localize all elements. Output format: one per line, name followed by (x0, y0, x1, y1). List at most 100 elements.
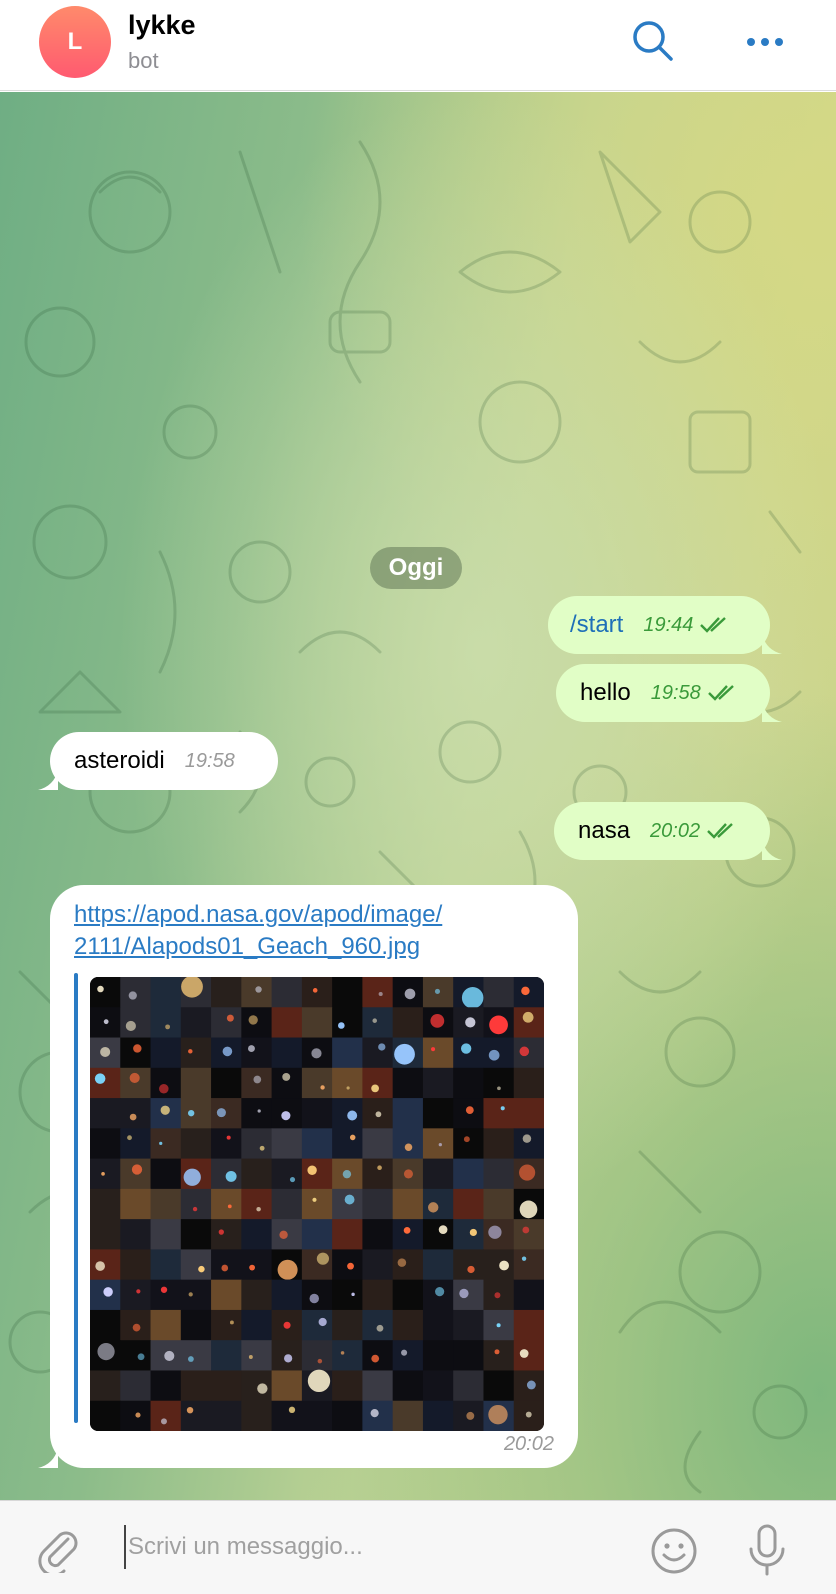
bubble-tail (762, 702, 782, 722)
mosaic-star (489, 1015, 508, 1035)
message-time: 20:02 (650, 819, 701, 842)
mosaic-tile (90, 1309, 121, 1341)
mosaic-star (496, 1323, 501, 1328)
mosaic-tile (120, 1370, 152, 1402)
mosaic-star (183, 1168, 201, 1186)
mosaic-star (351, 1292, 355, 1297)
mosaic-tile (241, 1249, 273, 1281)
mosaic-tile (241, 1158, 273, 1190)
mosaic-tile (150, 1279, 182, 1311)
mosaic-star (394, 1043, 415, 1065)
more-dots-icon (747, 38, 783, 46)
message-in[interactable]: asteroidi 19:58 (38, 732, 278, 790)
mosaic-tile (392, 1309, 424, 1341)
mosaic-star (164, 1350, 175, 1361)
mosaic-star (378, 991, 383, 997)
message-text[interactable]: /start (570, 611, 623, 639)
mosaic-tile (120, 1037, 152, 1069)
message-in-link-preview[interactable]: https://apod.nasa.gov/apod/image/ 2111/A… (38, 885, 578, 1468)
date-separator: Oggi (370, 547, 462, 589)
mosaic-tile (180, 1067, 212, 1099)
link-preview-image[interactable] (90, 977, 544, 1431)
mosaic-tile (301, 1340, 333, 1371)
link-line-2[interactable]: 2111/Alapods01_Geach_960.jpg (74, 933, 420, 960)
chat-title[interactable]: lykke (128, 10, 196, 41)
mosaic-tile (362, 1279, 394, 1311)
mosaic-tile (90, 1158, 121, 1190)
microphone-button[interactable] (744, 1523, 790, 1577)
mosaic-tile (301, 1098, 333, 1129)
mosaic-tile (120, 977, 152, 1008)
mosaic-star (135, 1412, 141, 1418)
mosaic-star (186, 1406, 194, 1414)
mosaic-tile (301, 1309, 333, 1341)
mosaic-tile (392, 1219, 424, 1250)
mosaic-tile (90, 977, 121, 1008)
mosaic-tile (120, 1067, 152, 1099)
chat-area[interactable]: Oggi /start 19:44 hello 19:58 asteroidi … (0, 92, 836, 1500)
mosaic-star (378, 1043, 386, 1051)
search-button[interactable] (630, 18, 676, 64)
message-input[interactable] (124, 1525, 604, 1569)
mosaic-star (187, 1109, 195, 1117)
mosaic-tile (422, 1370, 454, 1402)
mosaic-tile (150, 1400, 182, 1431)
mosaic-tile (211, 1128, 242, 1160)
mosaic-tile (90, 1188, 121, 1220)
mosaic-star (434, 988, 441, 994)
mosaic-star (198, 1265, 205, 1273)
message-out[interactable]: /start 19:44 (548, 596, 782, 654)
preview-accent-bar (74, 973, 78, 1423)
mosaic-star (307, 1165, 317, 1175)
mosaic-star (103, 1019, 109, 1025)
message-time: 19:58 (650, 681, 701, 704)
mosaic-tile (241, 1279, 273, 1311)
mosaic-tile (453, 1249, 484, 1281)
mosaic-star (403, 1226, 411, 1234)
mosaic-tile (392, 1249, 424, 1281)
mosaic-star (132, 1323, 141, 1332)
link-line-1[interactable]: https://apod.nasa.gov/apod/image/ (74, 901, 442, 928)
mosaic-star (216, 1108, 226, 1118)
mosaic-tile (483, 1128, 515, 1160)
mosaic-star (160, 1418, 167, 1425)
message-time: 19:58 (184, 749, 235, 772)
mosaic-tile (301, 1249, 333, 1281)
mosaic-star (525, 1411, 532, 1418)
mosaic-tile (453, 1340, 484, 1371)
more-options-button[interactable] (742, 22, 788, 62)
mosaic-tile (271, 977, 303, 1008)
mosaic-tile (332, 1188, 363, 1220)
mosaic-tile (453, 1279, 484, 1311)
attach-button[interactable] (34, 1525, 82, 1577)
emoji-icon (651, 1528, 697, 1574)
mosaic-tile (90, 1249, 121, 1281)
mosaic-tile (332, 1370, 363, 1402)
mosaic-tile (513, 1067, 544, 1099)
mosaic-tile (271, 1067, 303, 1099)
mosaic-star (226, 1014, 234, 1022)
mosaic-star (159, 1083, 169, 1094)
mosaic-star (347, 1110, 358, 1121)
message-link[interactable]: https://apod.nasa.gov/apod/image/ 2111/A… (74, 899, 534, 963)
mosaic-star (519, 1349, 529, 1358)
message-out[interactable]: hello 19:58 (556, 664, 782, 722)
emoji-button[interactable] (650, 1527, 698, 1575)
mosaic-star (316, 1252, 330, 1265)
message-out[interactable]: nasa 20:02 (554, 802, 782, 860)
mosaic-tile (513, 1279, 544, 1311)
mosaic-tile (150, 1158, 182, 1190)
mosaic-star (255, 986, 262, 993)
mosaic-tile (513, 1098, 544, 1129)
mosaic-tile (362, 1400, 394, 1431)
mosaic-tile (362, 1219, 394, 1250)
avatar[interactable]: L (39, 6, 111, 78)
mosaic-star (248, 1015, 258, 1025)
mosaic-star (309, 1293, 319, 1304)
mosaic-tile (150, 1309, 182, 1341)
mosaic-tile (241, 1309, 273, 1341)
paperclip-icon (38, 1531, 78, 1577)
mosaic-tile (271, 1188, 303, 1220)
mosaic-star (372, 1018, 377, 1023)
mosaic-star (222, 1046, 233, 1057)
